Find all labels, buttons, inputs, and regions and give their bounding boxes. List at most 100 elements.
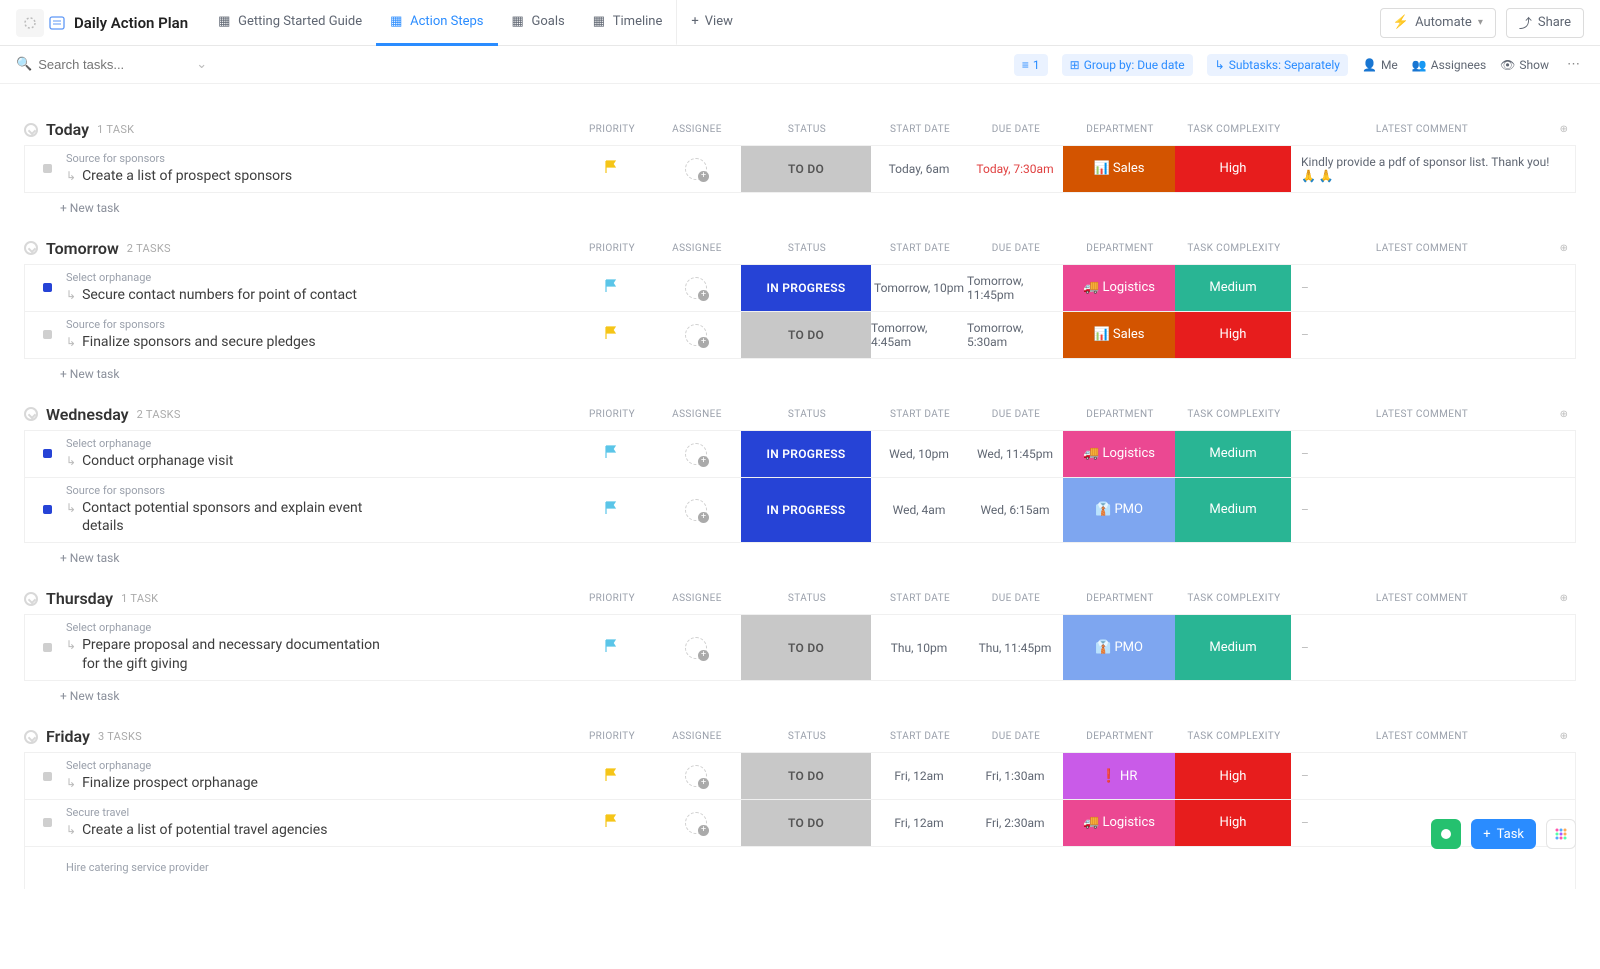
department-cell[interactable]: 🚚 Logistics xyxy=(1063,431,1175,477)
start-date-cell[interactable]: Wed, 4am xyxy=(871,478,967,543)
due-date-cell[interactable]: Fri, 2:30am xyxy=(967,800,1063,846)
start-date-cell[interactable]: Fri, 12am xyxy=(871,800,967,846)
new-task-button[interactable]: + Task xyxy=(1471,819,1536,849)
complexity-cell[interactable]: High xyxy=(1175,146,1291,192)
complexity-cell[interactable]: High xyxy=(1175,800,1291,846)
tab-action-steps[interactable]: ▦Action Steps xyxy=(376,0,497,46)
status-square[interactable] xyxy=(43,818,52,827)
filter-chip[interactable]: ≡ 1 xyxy=(1014,54,1048,76)
department-cell[interactable]: 🚚 Logistics xyxy=(1063,800,1175,846)
task-row[interactable]: Select orphanage ↳ Secure contact number… xyxy=(24,264,1576,312)
department-cell[interactable]: ❗ HR xyxy=(1063,753,1175,799)
add-assignee-icon[interactable] xyxy=(685,277,707,299)
due-date-cell[interactable]: Wed, 6:15am xyxy=(967,478,1063,543)
priority-cell[interactable] xyxy=(571,478,651,543)
collapse-icon[interactable] xyxy=(24,730,38,744)
due-date-cell[interactable]: Tomorrow, 11:45pm xyxy=(967,265,1063,311)
task-row[interactable]: Hire catering service provider xyxy=(24,847,1576,889)
tab-timeline[interactable]: ▦Timeline xyxy=(579,0,677,46)
task-row[interactable]: Secure travel ↳ Create a list of potenti… xyxy=(24,800,1576,847)
new-task-link[interactable]: + New task xyxy=(24,543,1576,565)
add-assignee-icon[interactable] xyxy=(685,765,707,787)
add-column-button[interactable]: ⊕ xyxy=(1552,124,1576,135)
start-date-cell[interactable]: Wed, 10pm xyxy=(871,431,967,477)
add-assignee-icon[interactable] xyxy=(685,158,707,180)
assignee-cell[interactable] xyxy=(651,478,741,543)
department-cell[interactable]: 📊 Sales xyxy=(1063,146,1175,192)
priority-cell[interactable] xyxy=(571,753,651,799)
due-date-cell[interactable]: Today, 7:30am xyxy=(967,146,1063,192)
me-chip[interactable]: 👤 Me xyxy=(1362,58,1398,72)
automate-button[interactable]: ⚡ Automate ▾ xyxy=(1380,8,1496,38)
status-cell[interactable]: TO DO xyxy=(741,800,871,846)
priority-cell[interactable] xyxy=(571,615,651,680)
add-assignee-icon[interactable] xyxy=(685,637,707,659)
group-header[interactable]: Today 1 TASK xyxy=(24,114,134,145)
collapse-icon[interactable] xyxy=(24,123,38,137)
new-task-link[interactable]: + New task xyxy=(24,359,1576,381)
group-header[interactable]: Tomorrow 2 TASKS xyxy=(24,233,171,264)
assignees-chip[interactable]: 👥 Assignees xyxy=(1412,58,1486,72)
status-cell[interactable]: IN PROGRESS xyxy=(741,265,871,311)
groupby-chip[interactable]: ⊞ Group by: Due date xyxy=(1062,54,1193,76)
task-row[interactable]: Select orphanage ↳ Prepare proposal and … xyxy=(24,614,1576,681)
share-button[interactable]: ⤴ Share xyxy=(1506,8,1584,38)
complexity-cell[interactable]: Medium xyxy=(1175,478,1291,543)
tab-goals[interactable]: ▦Goals xyxy=(498,0,579,46)
start-date-cell[interactable]: Fri, 12am xyxy=(871,753,967,799)
department-cell[interactable]: 🚚 Logistics xyxy=(1063,265,1175,311)
assignee-cell[interactable] xyxy=(651,753,741,799)
collapse-icon[interactable] xyxy=(24,407,38,421)
due-date-cell[interactable]: Thu, 11:45pm xyxy=(967,615,1063,680)
add-column-button[interactable]: ⊕ xyxy=(1552,731,1576,742)
start-date-cell[interactable]: Thu, 10pm xyxy=(871,615,967,680)
status-square[interactable] xyxy=(43,164,52,173)
complexity-cell[interactable]: High xyxy=(1175,753,1291,799)
priority-cell[interactable] xyxy=(571,312,651,358)
due-date-cell[interactable]: Tomorrow, 5:30am xyxy=(967,312,1063,358)
due-date-cell[interactable]: Wed, 11:45pm xyxy=(967,431,1063,477)
department-cell[interactable]: 👔 PMO xyxy=(1063,478,1175,543)
add-assignee-icon[interactable] xyxy=(685,443,707,465)
status-square[interactable] xyxy=(43,772,52,781)
complexity-cell[interactable]: High xyxy=(1175,312,1291,358)
new-task-link[interactable]: + New task xyxy=(24,193,1576,215)
priority-cell[interactable] xyxy=(571,800,651,846)
status-cell[interactable]: TO DO xyxy=(741,753,871,799)
department-cell[interactable]: 👔 PMO xyxy=(1063,615,1175,680)
tab-getting-started-guide[interactable]: ▦Getting Started Guide xyxy=(204,0,376,46)
subtasks-chip[interactable]: ↳ Subtasks: Separately xyxy=(1207,54,1348,76)
priority-cell[interactable] xyxy=(571,431,651,477)
status-cell[interactable]: IN PROGRESS xyxy=(741,478,871,543)
task-row[interactable]: Source for sponsors ↳ Finalize sponsors … xyxy=(24,312,1576,359)
task-row[interactable]: Source for sponsors ↳ Contact potential … xyxy=(24,478,1576,544)
record-button[interactable] xyxy=(1431,819,1461,849)
assignee-cell[interactable] xyxy=(651,800,741,846)
group-header[interactable]: Friday 3 TASKS xyxy=(24,721,142,752)
priority-cell[interactable] xyxy=(571,265,651,311)
comment-cell[interactable]: – xyxy=(1291,431,1551,477)
comment-cell[interactable]: – xyxy=(1291,753,1551,799)
group-header[interactable]: Thursday 1 TASK xyxy=(24,583,158,614)
status-cell[interactable]: TO DO xyxy=(741,146,871,192)
menu-toggle-button[interactable] xyxy=(16,9,44,37)
due-date-cell[interactable]: Fri, 1:30am xyxy=(967,753,1063,799)
task-row[interactable]: Select orphanage ↳ Finalize prospect orp… xyxy=(24,752,1576,800)
assignee-cell[interactable] xyxy=(651,312,741,358)
start-date-cell[interactable]: Today, 6am xyxy=(871,146,967,192)
add-view-button[interactable]: +View xyxy=(676,0,747,46)
comment-cell[interactable]: – xyxy=(1291,615,1551,680)
collapse-icon[interactable] xyxy=(24,241,38,255)
status-square[interactable] xyxy=(43,283,52,292)
assignee-cell[interactable] xyxy=(651,265,741,311)
apps-button[interactable] xyxy=(1546,819,1576,849)
comment-cell[interactable]: – xyxy=(1291,478,1551,543)
new-task-link[interactable]: + New task xyxy=(24,681,1576,703)
status-square[interactable] xyxy=(43,330,52,339)
task-row[interactable]: Source for sponsors ↳ Create a list of p… xyxy=(24,145,1576,193)
group-header[interactable]: Wednesday 2 TASKS xyxy=(24,399,181,430)
add-column-button[interactable]: ⊕ xyxy=(1552,593,1576,604)
complexity-cell[interactable]: Medium xyxy=(1175,431,1291,477)
search-dropdown[interactable]: ⌄ xyxy=(196,57,207,72)
status-square[interactable] xyxy=(43,449,52,458)
